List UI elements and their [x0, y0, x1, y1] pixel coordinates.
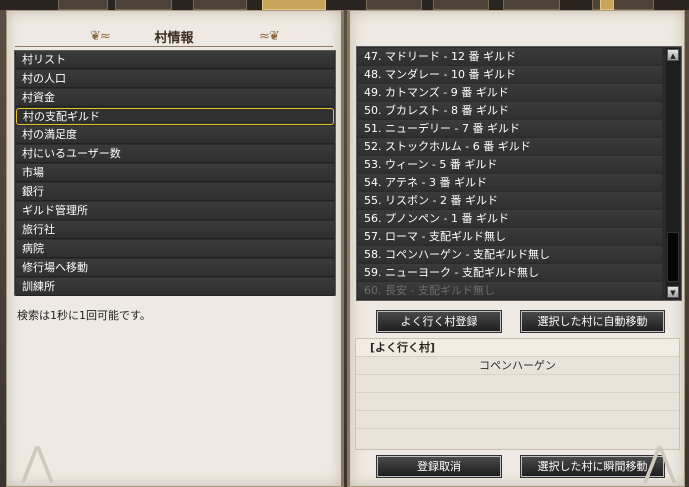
ranking-item[interactable]: 50. ブカレスト - 8 番 ギルド	[358, 102, 662, 119]
ranking-item[interactable]: 48. マンダレー - 10 番 ギルド	[358, 66, 662, 83]
favorite-row	[356, 429, 679, 446]
menu-item[interactable]: 村の支配ギルド	[16, 108, 334, 125]
ranking-item[interactable]: 52. ストックホルム - 6 番 ギルド	[358, 138, 662, 155]
top-tab[interactable]	[366, 0, 422, 10]
favorite-row: コペンハーゲン	[356, 357, 679, 375]
ranking-item[interactable]: 58. コペンハーゲン - 支配ギルド無し	[358, 246, 662, 263]
header-divider	[15, 46, 333, 47]
unregister-button[interactable]: 登録取消	[377, 456, 501, 477]
ranking-item[interactable]: 51. ニューデリー - 7 番 ギルド	[358, 120, 662, 137]
menu-item[interactable]: 旅行社	[16, 221, 334, 239]
scrollbar[interactable]: ▲ ▼	[666, 48, 680, 299]
scroll-down-icon[interactable]: ▼	[667, 286, 679, 298]
menu-item[interactable]: 銀行	[16, 183, 334, 201]
corner-ornament-icon: ⋀	[21, 439, 54, 485]
top-tab-active[interactable]	[262, 0, 326, 10]
top-tab[interactable]	[58, 0, 108, 10]
menu-item[interactable]: 村の人口	[16, 70, 334, 88]
auto-move-button[interactable]: 選択した村に自動移動	[521, 311, 664, 332]
favorite-row	[356, 411, 679, 429]
favorites-panel: [よく行く村] コペンハーゲン	[355, 338, 680, 450]
star-tab[interactable]	[600, 0, 614, 10]
info-menu: 村リスト 村の人口 村資金 村の支配ギルド 村の満足度 村にいるユーザー数 市場 銀行 ギルド管…	[14, 50, 336, 296]
menu-item[interactable]: 修行場へ移動	[16, 259, 334, 277]
favorite-item[interactable]: コペンハーゲン	[356, 357, 679, 374]
scroll-thumb[interactable]	[667, 232, 679, 282]
menu-item[interactable]: 村にいるユーザー数	[16, 145, 334, 163]
menu-item[interactable]: 村の満足度	[16, 126, 334, 144]
ranking-item[interactable]: 49. カトマンズ - 9 番 ギルド	[358, 84, 662, 101]
menu-item[interactable]: ギルド管理所	[16, 202, 334, 220]
ranking-item[interactable]: 47. マドリード - 12 番 ギルド	[358, 48, 662, 65]
top-tab[interactable]	[115, 0, 172, 10]
village-ranking-list: 47. マドリード - 12 番 ギルド 48. マンダレー - 10 番 ギルド…	[356, 46, 682, 301]
top-tab[interactable]	[433, 0, 489, 10]
left-page: ❦≈ 村情報 ≈❦ 村リスト 村の人口 村資金 村の支配ギルド 村の満足度 村にいるユーザ…	[6, 10, 344, 487]
scroll-up-icon[interactable]: ▲	[667, 49, 679, 61]
ranking-item[interactable]: 57. ローマ - 支配ギルド無し	[358, 228, 662, 245]
ranking-item[interactable]: 56. プノンペン - 1 番 ギルド	[358, 210, 662, 227]
ranking-item[interactable]: 60. 長安 - 支配ギルド無し	[358, 282, 662, 299]
ranking-item[interactable]: 53. ウィーン - 5 番 ギルド	[358, 156, 662, 173]
favorite-row	[356, 393, 679, 411]
menu-item[interactable]: 訓練所	[16, 278, 334, 296]
favorite-row	[356, 375, 679, 393]
panel-title: 村情報	[154, 31, 194, 46]
search-note: 検索は1秒に1回可能です。	[17, 309, 151, 322]
ranking-item[interactable]: 54. アテネ - 3 番 ギルド	[358, 174, 662, 191]
top-tab[interactable]	[193, 0, 247, 10]
register-favorite-button[interactable]: よく行く村登録	[377, 311, 501, 332]
ranking-item[interactable]: 55. リスボン - 2 番 ギルド	[358, 192, 662, 209]
menu-item[interactable]: 村資金	[16, 89, 334, 107]
menu-item[interactable]: 市場	[16, 164, 334, 182]
menu-item[interactable]: 村リスト	[16, 51, 334, 69]
top-tab[interactable]	[503, 0, 560, 10]
corner-ornament-icon: ⋀	[643, 439, 676, 485]
right-ornament-icon: ≈❦	[259, 29, 280, 44]
menu-item[interactable]: 病院	[16, 240, 334, 258]
right-page: 47. マドリード - 12 番 ギルド 48. マンダレー - 10 番 ギルド…	[347, 10, 685, 487]
ranking-item[interactable]: 59. ニューヨーク - 支配ギルド無し	[358, 264, 662, 281]
favorites-title: [よく行く村]	[356, 339, 679, 357]
